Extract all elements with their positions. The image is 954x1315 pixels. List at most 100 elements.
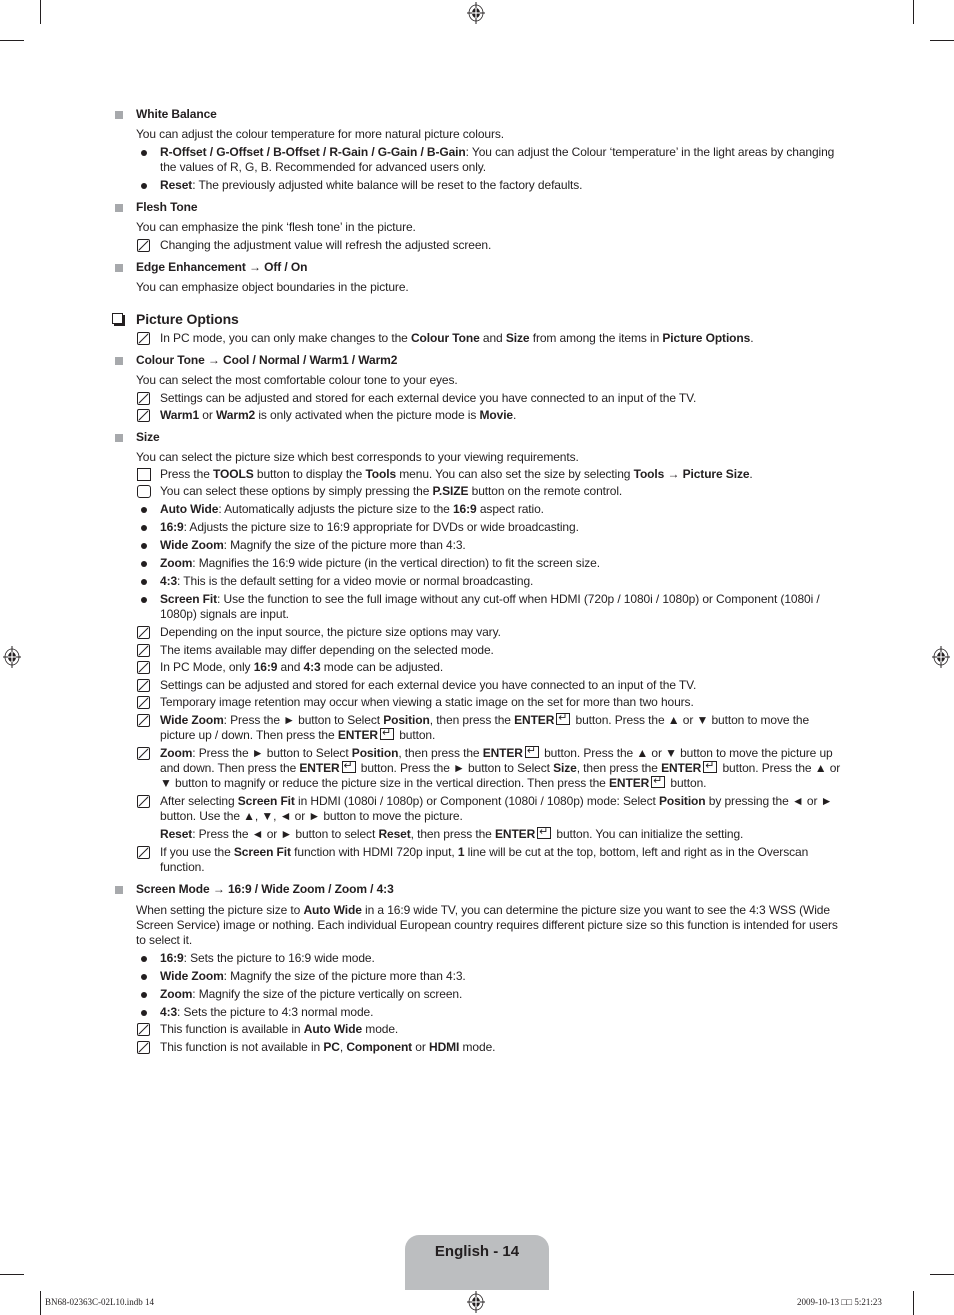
list-item: Zoom: Magnify the size of the picture ve… [110, 987, 845, 1002]
section-heading-edge-enhancement: Edge Enhancement → Off / On [110, 260, 845, 275]
enter-icon [524, 744, 539, 759]
note-item: Changing the adjustment value will refre… [110, 238, 845, 253]
bullet-icon [141, 543, 147, 549]
square-bullet-icon [115, 204, 123, 212]
crop-mark [0, 1274, 24, 1275]
list-item: Reset: The previously adjusted white bal… [110, 178, 845, 193]
bullet-icon [141, 1010, 147, 1016]
square-bullet-icon [115, 264, 123, 272]
note-item: Settings can be adjusted and stored for … [110, 391, 845, 406]
note-icon [137, 644, 150, 657]
date-slug: 2009-10-13 □□ 5:21:23 [797, 1297, 882, 1307]
paragraph: You can adjust the colour temperature fo… [136, 127, 504, 141]
note-item: Settings can be adjusted and stored for … [110, 678, 845, 693]
note-icon [137, 409, 150, 422]
note-item: This function is not available in PC, Co… [110, 1040, 845, 1055]
crop-mark [930, 1274, 954, 1275]
checkbox-bullet-icon [112, 313, 123, 324]
list-item: Auto Wide: Automatically adjusts the pic… [110, 502, 845, 517]
note-item: Warm1 or Warm2 is only activated when th… [110, 408, 845, 423]
note-icon [137, 696, 150, 709]
crop-mark [40, 1291, 41, 1315]
note-item: In PC mode, you can only make changes to… [110, 331, 845, 346]
bullet-icon [141, 150, 147, 156]
note-item: Temporary image retention may occur when… [110, 695, 845, 710]
note-item: Zoom: Press the ► button to Select Posit… [110, 744, 845, 791]
list-item: 16:9: Sets the picture to 16:9 wide mode… [110, 951, 845, 966]
tools-note-item: Press the TOOLS button to display the To… [110, 467, 845, 482]
enter-icon [703, 759, 718, 774]
list-item: 4:3: Sets the picture to 4:3 normal mode… [110, 1005, 845, 1020]
paragraph: You can emphasize object boundaries in t… [136, 280, 409, 294]
crop-mark [913, 1291, 914, 1315]
manual-content: White Balance You can adjust the colour … [110, 107, 845, 1055]
bullet-icon [141, 956, 147, 962]
crop-mark [913, 0, 914, 24]
list-item: Wide Zoom: Magnify the size of the pictu… [110, 538, 845, 553]
list-item: Screen Fit: Use the function to see the … [110, 592, 845, 622]
note-item: Depending on the input source, the pictu… [110, 625, 845, 640]
enter-icon [556, 711, 571, 726]
paragraph: When setting the picture size to Auto Wi… [136, 903, 838, 947]
bullet-icon [141, 561, 147, 567]
note-icon [137, 679, 150, 692]
reset-line: Reset: Press the ◄ or ► button to select… [110, 825, 845, 842]
note-icon [137, 1041, 150, 1054]
remote-note-item: You can select these options by simply p… [110, 484, 845, 499]
crop-mark [0, 40, 24, 41]
list-item: Zoom: Magnifies the 16:9 wide picture (i… [110, 556, 845, 571]
note-item: Wide Zoom: Press the ► button to Select … [110, 711, 845, 743]
bullet-icon [141, 597, 147, 603]
bullet-icon [141, 974, 147, 980]
square-bullet-icon [115, 434, 123, 442]
note-icon [137, 1023, 150, 1036]
enter-icon [537, 825, 552, 840]
list-item: 4:3: This is the default setting for a v… [110, 574, 845, 589]
note-icon [137, 795, 150, 808]
list-item: Wide Zoom: Magnify the size of the pictu… [110, 969, 845, 984]
section-heading-size: Size [110, 430, 845, 445]
enter-icon [651, 774, 666, 789]
bullet-icon [141, 579, 147, 585]
square-bullet-icon [115, 111, 123, 119]
bullet-icon [141, 507, 147, 513]
enter-icon [341, 759, 356, 774]
note-item: If you use the Screen Fit function with … [110, 845, 845, 875]
note-icon [137, 392, 150, 405]
remote-button-icon [137, 485, 151, 498]
square-bullet-icon [115, 357, 123, 365]
bullet-icon [141, 525, 147, 531]
bullet-icon [141, 183, 147, 189]
paragraph: You can emphasize the pink ‘flesh tone’ … [136, 220, 416, 234]
note-icon [137, 239, 150, 252]
list-item: R-Offset / G-Offset / B-Offset / R-Gain … [110, 145, 845, 175]
square-bullet-icon [115, 886, 123, 894]
registration-mark-icon [467, 2, 485, 24]
crop-mark [930, 40, 954, 41]
list-item: 16:9: Adjusts the picture size to 16:9 a… [110, 520, 845, 535]
note-icon [137, 332, 150, 345]
note-item: After selecting Screen Fit in HDMI (1080… [110, 794, 845, 824]
registration-mark-icon [3, 646, 21, 668]
page-number-tab: English - 14 [405, 1235, 549, 1290]
paragraph: You can select the most comfortable colo… [136, 373, 458, 387]
paragraph: You can select the picture size which be… [136, 450, 579, 464]
section-heading-picture-options: Picture Options [110, 311, 845, 328]
registration-mark-icon [467, 1291, 485, 1313]
note-item: In PC Mode, only 16:9 and 4:3 mode can b… [110, 660, 845, 675]
note-icon [137, 661, 150, 674]
registration-mark-icon [932, 646, 950, 668]
section-heading-white-balance: White Balance [110, 107, 845, 122]
note-item: This function is available in Auto Wide … [110, 1022, 845, 1037]
section-heading-flesh-tone: Flesh Tone [110, 200, 845, 215]
note-icon [137, 626, 150, 639]
note-item: The items available may differ depending… [110, 643, 845, 658]
file-slug: BN68-02363C-02L10.indb 14 [45, 1297, 154, 1307]
note-icon [137, 714, 150, 727]
section-heading-screen-mode: Screen Mode → 16:9 / Wide Zoom / Zoom / … [110, 882, 845, 897]
bullet-icon [141, 992, 147, 998]
enter-icon [380, 726, 394, 741]
tools-icon [137, 468, 151, 481]
section-heading-colour-tone: Colour Tone → Cool / Normal / Warm1 / Wa… [110, 353, 845, 368]
note-icon [137, 846, 150, 859]
